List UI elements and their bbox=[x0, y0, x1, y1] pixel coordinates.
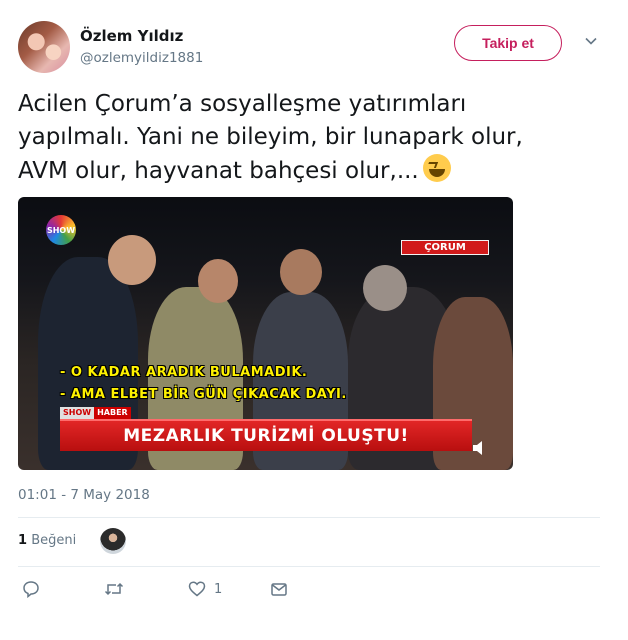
reply-icon bbox=[23, 581, 39, 598]
divider bbox=[18, 566, 600, 567]
grinning-squinting-face-emoji-icon bbox=[422, 154, 451, 182]
heart-icon bbox=[188, 581, 206, 597]
location-tag: ÇORUM bbox=[401, 240, 489, 255]
likes-count-label: Beğeni bbox=[31, 533, 77, 548]
user-handle[interactable]: @ozlemyildiz1881 bbox=[80, 50, 203, 66]
follow-button[interactable]: Takip et bbox=[454, 25, 562, 61]
likes-count-number: 1 bbox=[18, 533, 28, 548]
tweet-text-line: AVM olur, hayvanat bahçesi olur,... bbox=[18, 154, 608, 188]
video-person bbox=[108, 235, 156, 285]
tweet-text-segment: AVM olur, hayvanat bahçesi olur,... bbox=[18, 158, 419, 184]
channel-logo: SHOW bbox=[46, 215, 76, 245]
display-name[interactable]: Özlem Yıldız bbox=[80, 27, 183, 45]
video-caption-line: - AMA ELBET BİR GÜN ÇIKACAK DAYI. bbox=[60, 387, 347, 402]
reply-button[interactable] bbox=[22, 580, 40, 598]
likes-count[interactable]: 1 Beğeni bbox=[18, 533, 76, 548]
chevron-down-icon[interactable] bbox=[584, 34, 598, 48]
video-person bbox=[280, 249, 322, 295]
brand-haber: HABER bbox=[94, 407, 131, 419]
tweet-text: Acilen Çorum’a sosyalleşme yatırımları y… bbox=[18, 88, 608, 188]
tweet-text-line: Acilen Çorum’a sosyalleşme yatırımları bbox=[18, 91, 467, 117]
envelope-icon bbox=[271, 583, 287, 596]
divider bbox=[18, 517, 600, 518]
retweet-icon bbox=[104, 582, 124, 596]
likes-row: 1 Beğeni bbox=[18, 520, 600, 564]
tweet-header: Özlem Yıldız @ozlemyildiz1881 Takip et bbox=[18, 20, 610, 76]
video-caption-line: - O KADAR ARADIK BULAMADIK. bbox=[60, 365, 308, 380]
news-banner: MEZARLIK TURİZMİ OLUŞTU! bbox=[60, 419, 472, 451]
user-avatar[interactable] bbox=[18, 21, 70, 73]
tweet-media-video[interactable]: SHOW ÇORUM - O KADAR ARADIK BULAMADIK. -… bbox=[18, 197, 513, 470]
like-button[interactable]: 1 bbox=[188, 580, 222, 598]
tweet-actions: 1 bbox=[22, 580, 322, 604]
video-person bbox=[198, 259, 238, 303]
brand-show: SHOW bbox=[60, 407, 95, 419]
retweet-button[interactable] bbox=[104, 580, 124, 598]
tweet-text-line: yapılmalı. Yani ne bileyim, bir lunapark… bbox=[18, 124, 523, 150]
like-count: 1 bbox=[214, 581, 223, 597]
direct-message-button[interactable] bbox=[270, 580, 288, 598]
news-brand-strip: SHOW HABER bbox=[60, 407, 131, 419]
volume-icon[interactable] bbox=[472, 439, 486, 457]
liker-avatar[interactable] bbox=[100, 528, 126, 554]
video-person bbox=[363, 265, 407, 311]
tweet-timestamp[interactable]: 01:01 - 7 May 2018 bbox=[18, 487, 150, 503]
